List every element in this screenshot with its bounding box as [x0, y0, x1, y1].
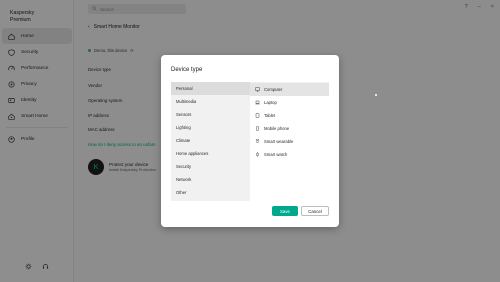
device-option-laptop[interactable]: Laptop: [250, 96, 329, 109]
category-network[interactable]: Network: [171, 173, 250, 186]
device-option-computer[interactable]: Computer: [250, 83, 329, 96]
category-security[interactable]: Security: [171, 160, 250, 173]
mobile-phone-icon: [256, 126, 259, 131]
category-climate[interactable]: Climate: [171, 134, 250, 147]
category-multimedia[interactable]: Multimedia: [171, 95, 250, 108]
device-option-mobile-phone[interactable]: Mobile phone: [250, 122, 329, 135]
mouse-cursor: [375, 94, 377, 96]
category-lighting[interactable]: Lighting: [171, 121, 250, 134]
category-other[interactable]: Other: [171, 186, 250, 199]
cancel-button[interactable]: Cancel: [301, 206, 329, 216]
device-option-label: Mobile phone: [264, 126, 290, 131]
device-option-label: Laptop: [264, 100, 277, 105]
category-home-appliances[interactable]: Home appliances: [171, 147, 250, 160]
category-list: Personal Multimedia Sensors Lighting Cli…: [171, 82, 250, 201]
device-option-label: Smart watch: [264, 152, 288, 157]
category-personal[interactable]: Personal: [171, 82, 250, 95]
laptop-icon: [255, 100, 260, 105]
dialog-title: Device type: [171, 67, 203, 73]
device-type-dialog: Device type Personal Multimedia Sensors …: [161, 55, 339, 227]
tablet-icon: [255, 113, 260, 118]
device-option-label: Tablet: [264, 113, 276, 118]
category-sensors[interactable]: Sensors: [171, 108, 250, 121]
device-option-smart-watch[interactable]: Smart watch: [250, 148, 329, 161]
device-option-label: Smart wearable: [264, 139, 294, 144]
device-list: Computer Laptop Tablet Mobile phone Smar…: [250, 82, 329, 201]
device-option-smart-wearable[interactable]: Smart wearable: [250, 135, 329, 148]
computer-icon: [255, 87, 260, 92]
smart-watch-icon: [255, 152, 260, 157]
device-option-label: Computer: [264, 87, 283, 92]
smart-wearable-icon: [255, 139, 260, 143]
device-option-tablet[interactable]: Tablet: [250, 109, 329, 122]
save-button[interactable]: Save: [272, 206, 298, 216]
